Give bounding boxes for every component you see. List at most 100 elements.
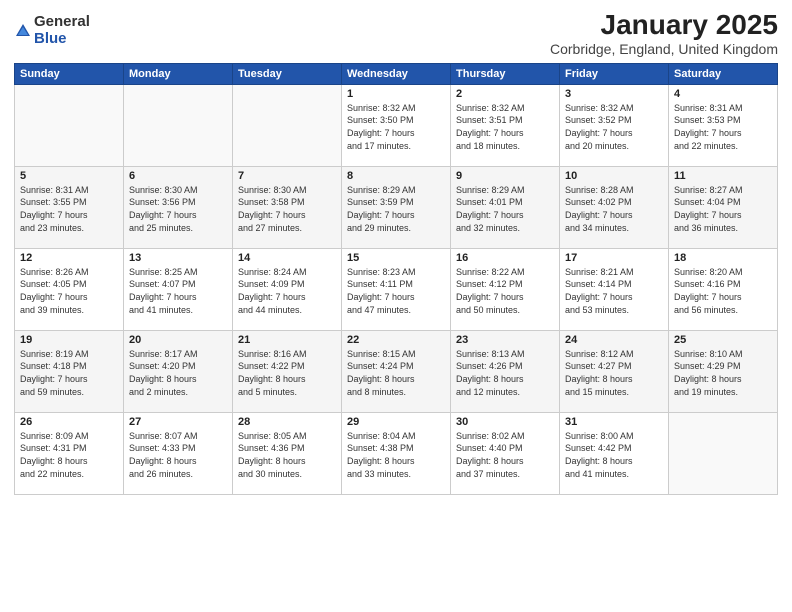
day-cell: 14Sunrise: 8:24 AM Sunset: 4:09 PM Dayli… (233, 248, 342, 330)
day-cell: 30 Sunrise: 8:02 AM Sunset: 4:40 PM Dayli… (451, 412, 560, 494)
day-number: 13 (129, 252, 227, 264)
logo-blue: Blue (34, 31, 90, 48)
day-info: Sunrise: 8:12 AM Sunset: 4:27 PM Dayligh… (565, 348, 663, 398)
day-cell: 11Sunrise: 8:27 AM Sunset: 4:04 PM Dayli… (669, 166, 778, 248)
day-info: Sunrise: 8:19 AM Sunset: 4:18 PM Dayligh… (20, 348, 118, 398)
day-number: 6 (129, 170, 227, 182)
day-number: 14 (238, 252, 336, 264)
day-cell: 2 Sunrise: 8:32 AM Sunset: 3:51 PM Daylig… (451, 84, 560, 166)
day-number: 1 (347, 88, 445, 100)
day-cell: 25 Sunrise: 8:10 AM Sunset: 4:29 PM Dayli… (669, 330, 778, 412)
day-number: 3 (565, 88, 663, 100)
day-info: Sunrise: 8:17 AM Sunset: 4:20 PM Dayligh… (129, 348, 227, 398)
day-cell: 12Sunrise: 8:26 AM Sunset: 4:05 PM Dayli… (15, 248, 124, 330)
day-number: 28 (238, 416, 336, 428)
day-cell: 21 Sunrise: 8:16 AM Sunset: 4:22 PM Dayli… (233, 330, 342, 412)
day-cell: 7 Sunrise: 8:30 AM Sunset: 3:58 PM Daylig… (233, 166, 342, 248)
day-cell: 29Sunrise: 8:04 AM Sunset: 4:38 PM Dayli… (342, 412, 451, 494)
header-cell-saturday: Saturday (669, 63, 778, 84)
day-number: 24 (565, 334, 663, 346)
day-number: 20 (129, 334, 227, 346)
day-info: Sunrise: 8:13 AM Sunset: 4:26 PM Dayligh… (456, 348, 554, 398)
day-number: 17 (565, 252, 663, 264)
day-cell: 6 Sunrise: 8:30 AM Sunset: 3:56 PM Daylig… (124, 166, 233, 248)
day-cell: 28Sunrise: 8:05 AM Sunset: 4:36 PM Dayli… (233, 412, 342, 494)
day-info: Sunrise: 8:29 AM Sunset: 4:01 PM Dayligh… (456, 184, 554, 234)
day-info: Sunrise: 8:23 AM Sunset: 4:11 PM Dayligh… (347, 266, 445, 316)
day-cell (15, 84, 124, 166)
day-number: 2 (456, 88, 554, 100)
day-cell: 27 Sunrise: 8:07 AM Sunset: 4:33 PM Dayli… (124, 412, 233, 494)
day-cell: 31Sunrise: 8:00 AM Sunset: 4:42 PM Dayli… (560, 412, 669, 494)
day-cell: 5 Sunrise: 8:31 AM Sunset: 3:55 PM Daylig… (15, 166, 124, 248)
day-info: Sunrise: 8:30 AM Sunset: 3:58 PM Dayligh… (238, 184, 336, 234)
day-number: 30 (456, 416, 554, 428)
day-cell: 26 Sunrise: 8:09 AM Sunset: 4:31 PM Dayli… (15, 412, 124, 494)
day-number: 7 (238, 170, 336, 182)
day-number: 27 (129, 416, 227, 428)
week-row-4: 19 Sunrise: 8:19 AM Sunset: 4:18 PM Dayli… (15, 330, 778, 412)
day-cell: 18Sunrise: 8:20 AM Sunset: 4:16 PM Dayli… (669, 248, 778, 330)
day-info: Sunrise: 8:21 AM Sunset: 4:14 PM Dayligh… (565, 266, 663, 316)
day-info: Sunrise: 8:10 AM Sunset: 4:29 PM Dayligh… (674, 348, 772, 398)
day-info: Sunrise: 8:32 AM Sunset: 3:51 PM Dayligh… (456, 102, 554, 152)
header-cell-thursday: Thursday (451, 63, 560, 84)
day-info: Sunrise: 8:31 AM Sunset: 3:53 PM Dayligh… (674, 102, 772, 152)
calendar-table: SundayMondayTuesdayWednesdayThursdayFrid… (14, 63, 778, 495)
title-block: January 2025 Corbridge, England, United … (550, 10, 778, 57)
header-row: SundayMondayTuesdayWednesdayThursdayFrid… (15, 63, 778, 84)
logo-text: General Blue (34, 14, 90, 47)
calendar-header: SundayMondayTuesdayWednesdayThursdayFrid… (15, 63, 778, 84)
day-info: Sunrise: 8:30 AM Sunset: 3:56 PM Dayligh… (129, 184, 227, 234)
page: General Blue January 2025 Corbridge, Eng… (0, 0, 792, 612)
day-cell: 16Sunrise: 8:22 AM Sunset: 4:12 PM Dayli… (451, 248, 560, 330)
day-info: Sunrise: 8:27 AM Sunset: 4:04 PM Dayligh… (674, 184, 772, 234)
day-number: 31 (565, 416, 663, 428)
day-number: 12 (20, 252, 118, 264)
day-cell: 8Sunrise: 8:29 AM Sunset: 3:59 PM Daylig… (342, 166, 451, 248)
day-cell: 20 Sunrise: 8:17 AM Sunset: 4:20 PM Dayli… (124, 330, 233, 412)
week-row-2: 5 Sunrise: 8:31 AM Sunset: 3:55 PM Daylig… (15, 166, 778, 248)
week-row-1: 1Sunrise: 8:32 AM Sunset: 3:50 PM Daylig… (15, 84, 778, 166)
day-cell: 10 Sunrise: 8:28 AM Sunset: 4:02 PM Dayli… (560, 166, 669, 248)
logo: General Blue (14, 14, 90, 47)
day-cell: 22Sunrise: 8:15 AM Sunset: 4:24 PM Dayli… (342, 330, 451, 412)
day-number: 25 (674, 334, 772, 346)
day-info: Sunrise: 8:04 AM Sunset: 4:38 PM Dayligh… (347, 430, 445, 480)
day-info: Sunrise: 8:28 AM Sunset: 4:02 PM Dayligh… (565, 184, 663, 234)
header-cell-wednesday: Wednesday (342, 63, 451, 84)
day-info: Sunrise: 8:31 AM Sunset: 3:55 PM Dayligh… (20, 184, 118, 234)
day-number: 18 (674, 252, 772, 264)
day-number: 23 (456, 334, 554, 346)
header-cell-friday: Friday (560, 63, 669, 84)
day-info: Sunrise: 8:09 AM Sunset: 4:31 PM Dayligh… (20, 430, 118, 480)
day-info: Sunrise: 8:07 AM Sunset: 4:33 PM Dayligh… (129, 430, 227, 480)
day-number: 5 (20, 170, 118, 182)
day-cell: 3 Sunrise: 8:32 AM Sunset: 3:52 PM Daylig… (560, 84, 669, 166)
day-number: 15 (347, 252, 445, 264)
month-title: January 2025 (550, 10, 778, 41)
header-cell-tuesday: Tuesday (233, 63, 342, 84)
week-row-5: 26 Sunrise: 8:09 AM Sunset: 4:31 PM Dayli… (15, 412, 778, 494)
day-number: 9 (456, 170, 554, 182)
day-cell: 9 Sunrise: 8:29 AM Sunset: 4:01 PM Daylig… (451, 166, 560, 248)
calendar-body: 1Sunrise: 8:32 AM Sunset: 3:50 PM Daylig… (15, 84, 778, 494)
day-cell (124, 84, 233, 166)
day-cell (669, 412, 778, 494)
day-number: 8 (347, 170, 445, 182)
day-info: Sunrise: 8:32 AM Sunset: 3:52 PM Dayligh… (565, 102, 663, 152)
week-row-3: 12Sunrise: 8:26 AM Sunset: 4:05 PM Dayli… (15, 248, 778, 330)
day-number: 19 (20, 334, 118, 346)
day-info: Sunrise: 8:02 AM Sunset: 4:40 PM Dayligh… (456, 430, 554, 480)
day-number: 21 (238, 334, 336, 346)
logo-general: General (34, 14, 90, 31)
day-info: Sunrise: 8:15 AM Sunset: 4:24 PM Dayligh… (347, 348, 445, 398)
location-title: Corbridge, England, United Kingdom (550, 41, 778, 57)
day-cell: 19 Sunrise: 8:19 AM Sunset: 4:18 PM Dayli… (15, 330, 124, 412)
day-cell: 13Sunrise: 8:25 AM Sunset: 4:07 PM Dayli… (124, 248, 233, 330)
day-info: Sunrise: 8:16 AM Sunset: 4:22 PM Dayligh… (238, 348, 336, 398)
header-cell-monday: Monday (124, 63, 233, 84)
day-number: 10 (565, 170, 663, 182)
day-cell: 23 Sunrise: 8:13 AM Sunset: 4:26 PM Dayli… (451, 330, 560, 412)
day-number: 26 (20, 416, 118, 428)
